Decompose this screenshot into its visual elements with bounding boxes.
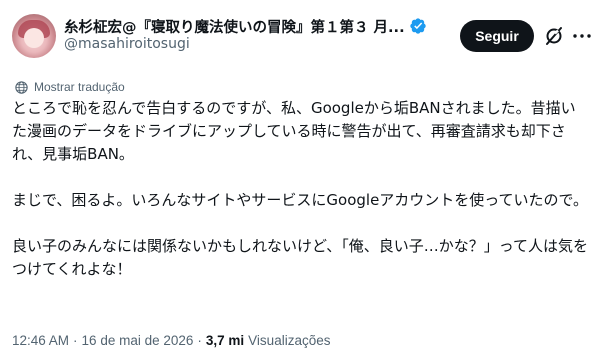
tweet-text: ところで恥を忍んで告白するのですが、私、Googleから垢BANされました。昔描…: [12, 97, 590, 281]
views-label: Visualizações: [248, 332, 331, 348]
avatar[interactable]: [12, 14, 56, 58]
tweet-paragraph: ところで恥を忍んで告白するのですが、私、Googleから垢BANされました。昔描…: [12, 99, 576, 163]
show-translation-label[interactable]: Mostrar tradução: [34, 80, 125, 94]
tweet-paragraph: 良い子のみんなには関係ないかもしれないけど、「俺、良い子…かな？」って人は気をつ…: [12, 237, 589, 278]
avatar-face: [24, 28, 44, 48]
meta-separator: ·: [73, 332, 78, 348]
tweet-time[interactable]: 12:46 AM: [12, 333, 69, 348]
grok-icon[interactable]: [542, 24, 566, 48]
tweet-date[interactable]: 16 de mai de 2026: [82, 333, 194, 348]
more-icon[interactable]: [570, 24, 594, 48]
meta-separator: ·: [197, 332, 202, 348]
views-count: 3,7 mi: [205, 332, 245, 348]
author-name-row: 糸杉柾宏@『寝取り魔法使いの冒険』第１第３ 月...: [64, 15, 444, 37]
author-display-name[interactable]: 糸杉柾宏@『寝取り魔法使いの冒険』第１第３ 月...: [64, 16, 405, 37]
tweet-paragraph: まじで、困るよ。いろんなサイトやサービスにGoogleアカウントを使っていたので…: [12, 191, 588, 209]
follow-button[interactable]: Seguir: [460, 20, 534, 52]
tweet-header: 糸杉柾宏@『寝取り魔法使いの冒険』第１第３ 月... @masahiroitos…: [12, 14, 591, 58]
verified-badge-icon[interactable]: [409, 17, 427, 35]
show-translation-link[interactable]: Mostrar tradução: [14, 78, 125, 96]
tweet-metadata: 12:46 AM · 16 de mai de 2026 · 3,7 mi Vi…: [12, 330, 330, 350]
author-handle[interactable]: @masahiroitosugi: [64, 36, 190, 52]
globe-icon: [15, 80, 28, 94]
